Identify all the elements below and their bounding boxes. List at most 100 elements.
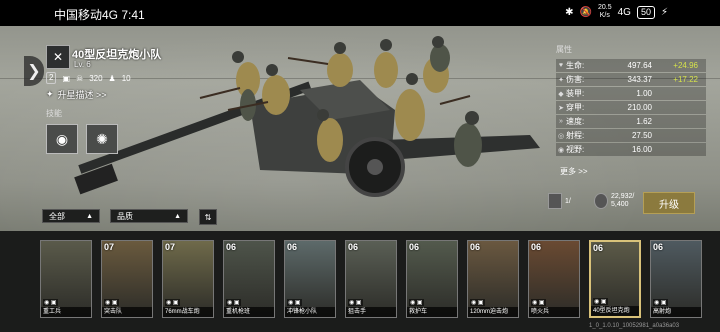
triangle-up-icon: ▲	[174, 212, 181, 220]
unit-card[interactable]: 06 ◉ ▣ 喷火兵	[528, 240, 580, 318]
version-label: 1_0_1.0.10_10052981_a0a36a03	[589, 323, 680, 329]
card-level: 07	[165, 242, 176, 252]
attribute-name: 伤害:	[566, 75, 585, 84]
fragment-count: 1/	[565, 197, 571, 205]
upgrade-button[interactable]: 升级	[643, 192, 695, 214]
card-level: 06	[531, 242, 542, 252]
card-stats-icon: ◉ ▣	[593, 298, 608, 305]
card-name: 突击队	[102, 307, 152, 317]
attributes-title: 属性	[556, 45, 572, 54]
attribute-row: ◆ 装甲: 1.00	[556, 87, 706, 100]
attribute-name: 视野:	[566, 145, 585, 154]
attribute-bonus: +17.22	[673, 75, 698, 84]
all-filter-label: 全部	[49, 211, 65, 221]
sort-icon: ⇅	[204, 212, 212, 222]
mute-icon: 🔕	[579, 6, 592, 18]
card-stats-icon: ◉ ▣	[348, 299, 363, 306]
fragment-icon	[548, 193, 562, 209]
card-level: 06	[593, 243, 604, 253]
carrier-time: 中国移动4G 7:41	[54, 8, 145, 22]
battery-icon: 50	[636, 5, 655, 19]
soldier-icon: ♟	[108, 73, 116, 83]
attribute-row: ➤ 穿甲: 210.00	[556, 101, 706, 114]
damage-icon: ✦	[558, 76, 564, 84]
status-bar: 中国移动4G 7:41 ✱ 🔕 20.5 K/s 4G 50 ⚡	[0, 0, 720, 26]
attribute-value: 1.62	[636, 117, 652, 126]
attribute-row: ◉ 视野: 16.00	[556, 143, 706, 156]
chevron-left-icon: ❯	[27, 63, 41, 80]
heart-icon: ♥	[558, 62, 564, 69]
attribute-row: ✦ 伤害: 343.37 +17.22	[556, 73, 706, 86]
unit-card[interactable]: 06 ◉ ▣ 重机枪班	[223, 240, 275, 318]
card-name: 40型反坦克炮	[591, 306, 639, 316]
charging-icon: ⚡	[660, 6, 668, 18]
attribute-row: ◎ 射程: 27.50	[556, 129, 706, 142]
triangle-up-icon: ▲	[86, 212, 93, 220]
squad-stats-row: 2 ▣ ☠ 320 ♟ 10	[46, 72, 131, 84]
unit-card[interactable]: 06 ◉ ▣ 40型反坦克炮	[589, 240, 641, 318]
gold-resource: 22,932/ 5,400	[594, 192, 634, 210]
unit-card[interactable]: 07 ◉ ▣ 76mm战车炮	[162, 240, 214, 318]
upgrade-description-link[interactable]: ✦ 升星描述 >>	[46, 88, 107, 101]
power-b-value: 10	[121, 73, 131, 83]
skill-2-icon[interactable]: ✺	[86, 124, 118, 154]
card-name: 重工兵	[41, 307, 91, 317]
attribute-value: 1.00	[636, 89, 652, 98]
card-stats-icon: ◉ ▣	[470, 299, 485, 306]
more-attributes-link[interactable]: 更多 >>	[560, 166, 588, 177]
card-name: 救护车	[407, 307, 457, 317]
unit-card[interactable]: 07 ◉ ▣ 突击队	[101, 240, 153, 318]
card-level: 06	[653, 242, 664, 252]
fragment-resource: 1/	[548, 192, 571, 210]
card-stats-icon: ◉ ▣	[531, 299, 546, 306]
card-name: 高射炮	[651, 307, 701, 317]
star-upgrade-icon: ✦	[46, 89, 54, 99]
unit-card[interactable]: ◉ ▣ 重工兵	[40, 240, 92, 318]
quality-filter-dropdown[interactable]: 品质 ▲	[110, 209, 188, 223]
attribute-row: » 速度: 1.62	[556, 115, 706, 128]
range-icon: ◎	[557, 132, 565, 140]
attribute-row: ♥ 生命: 497.64 +24.96	[556, 59, 706, 72]
card-name: 120mm迫击炮	[468, 307, 518, 317]
attributes-panel: 属性 ♥ 生命: 497.64 +24.96 ✦ 伤害: 343.37 +17.22 ◆ 装甲: 1…	[556, 44, 706, 157]
card-level: 06	[348, 242, 359, 252]
gold-required: 5,400	[611, 201, 629, 208]
star-count-badge: 2	[46, 72, 57, 84]
network-speed: 20.5 K/s	[597, 4, 612, 19]
card-level: 06	[470, 242, 481, 252]
card-name: 喷火兵	[529, 307, 579, 317]
unit-card[interactable]: 06 ◉ ▣ 救护车	[406, 240, 458, 318]
speed-icon: »	[559, 118, 563, 125]
sort-button[interactable]: ⇅	[199, 209, 217, 225]
unit-card[interactable]: 06 ◉ ▣ 高射炮	[650, 240, 702, 318]
card-level: 06	[226, 242, 237, 252]
skill-1-icon[interactable]: ◉	[46, 124, 78, 154]
attribute-name: 装甲:	[566, 89, 585, 98]
all-filter-dropdown[interactable]: 全部 ▲	[42, 209, 100, 223]
unit-card[interactable]: 06 ◉ ▣ 120mm迫击炮	[467, 240, 519, 318]
card-name: 76mm战车炮	[163, 307, 213, 317]
gold-icon	[594, 193, 608, 209]
attribute-value: 343.37	[627, 75, 652, 84]
unit-card[interactable]: 06 ◉ ▣ 冲锋枪小队	[284, 240, 336, 318]
gold-count: 22,932/	[611, 193, 635, 200]
signal-icon: 4G	[617, 6, 631, 18]
squad-level: Lv. 6	[74, 60, 91, 69]
card-stats-icon: ◉ ▣	[287, 299, 302, 306]
vision-icon: ◉	[557, 146, 565, 154]
card-name: 狙击手	[346, 307, 396, 317]
unit-card[interactable]: 06 ◉ ▣ 狙击手	[345, 240, 397, 318]
card-name: 重机枪班	[224, 307, 274, 317]
status-icons: ✱ 🔕 20.5 K/s 4G 50 ⚡	[565, 4, 668, 20]
attribute-value: 27.50	[631, 131, 652, 140]
attribute-name: 速度:	[566, 117, 585, 126]
upgrade-description-label: 升星描述 >>	[57, 90, 107, 100]
skills-label: 技能	[46, 109, 62, 118]
squad-type-icon: ✕	[46, 45, 70, 69]
pierce-icon: ➤	[558, 104, 564, 112]
unit-type-icon: ▣	[62, 73, 71, 83]
attribute-value: 210.00	[627, 103, 652, 112]
card-stats-icon: ◉ ▣	[653, 299, 668, 306]
card-stats-icon: ◉ ▣	[43, 299, 58, 306]
skull-icon: ☠	[76, 73, 84, 83]
